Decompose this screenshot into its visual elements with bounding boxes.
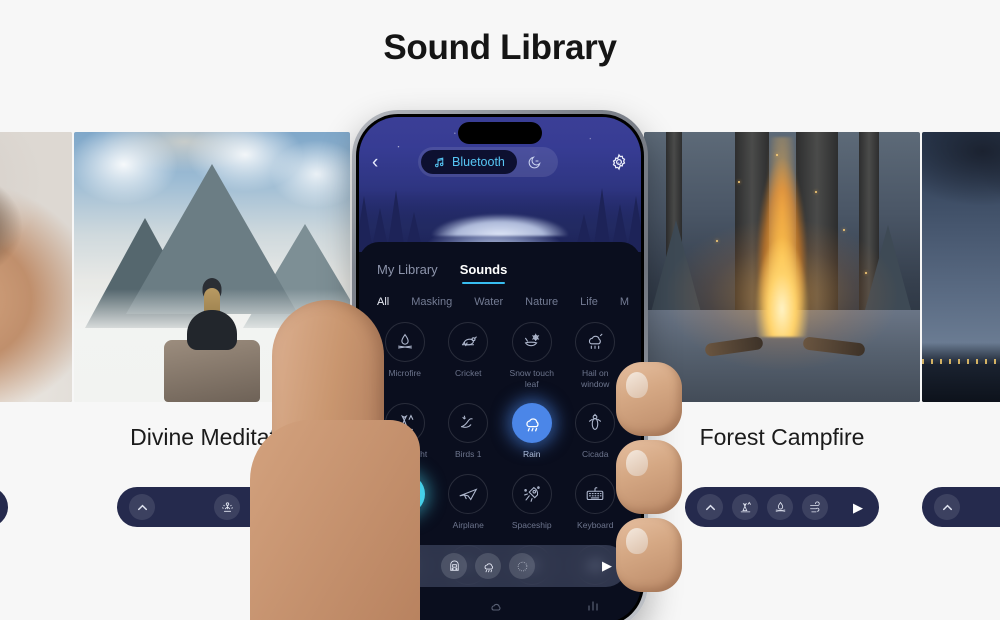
bird-icon (448, 403, 489, 444)
sound-tile-keyboard[interactable]: Keyboard (564, 473, 628, 531)
sound-tile-forest-night[interactable]: Forest night (373, 403, 437, 460)
spaceship-icon (511, 473, 552, 514)
card-image-divine-meditation (74, 132, 350, 402)
wind-icon[interactable] (802, 494, 828, 520)
sound-label: Hail on window (581, 368, 610, 389)
sound-tile-train[interactable]: Train (373, 473, 437, 531)
tab-sounds[interactable]: Sounds (460, 262, 507, 284)
content-sheet: My Library Sounds All Masking Water Natu… (359, 242, 641, 620)
sound-card-forest-campfire[interactable]: Forest Campfire ▶ (644, 132, 920, 527)
sound-tile-airplane[interactable]: Airplane (437, 473, 501, 531)
back-button[interactable]: ‹ (372, 153, 392, 172)
sound-label: Forest night (382, 449, 428, 460)
snow-leaf-icon (511, 322, 552, 362)
sound-tile-birds-1[interactable]: Birds 1 (437, 403, 501, 460)
card-title: Divine Meditatio (130, 424, 294, 450)
phone-screen: ‹ Bluetooth My Library Sounds All Maskin… (359, 117, 641, 620)
stats-icon (588, 601, 598, 611)
sound-tile-microfire[interactable]: Microfire (373, 322, 437, 389)
play-button[interactable]: ▶ (853, 501, 867, 514)
sound-label: Cicada (582, 449, 609, 460)
sound-label: Snow touch leaf (509, 368, 554, 389)
sound-card-divine-meditation[interactable]: Divine Meditatio ▶ (74, 132, 350, 527)
category-life[interactable]: Life (580, 296, 598, 308)
cloud-icon (491, 603, 502, 611)
sound-tile-snow-touch-leaf[interactable]: Snow touch leaf (500, 322, 564, 389)
home-dot-icon (399, 601, 409, 611)
hail-window-icon (575, 322, 616, 362)
sound-tile-hail-on-window[interactable]: Hail on window (564, 322, 628, 389)
rain-cloud-icon (511, 403, 552, 444)
card-player-bar[interactable]: ▶ (685, 487, 879, 527)
bottom-navigation (359, 589, 641, 620)
bluetooth-button[interactable]: Bluetooth (421, 150, 517, 174)
library-tabs: My Library Sounds (359, 242, 641, 284)
card-title: Th (922, 424, 1000, 451)
card-player-bar[interactable]: ▶ (0, 487, 8, 527)
play-button[interactable]: ▶ (602, 558, 615, 574)
category-all[interactable]: All (377, 296, 389, 308)
noise-icon[interactable] (509, 553, 535, 579)
cicada-icon (575, 403, 616, 444)
card-player-bar[interactable] (922, 487, 1000, 527)
train-icon[interactable] (441, 553, 467, 579)
app-screenshot: Sound Library g ▶ Divine Meditatio (0, 0, 1000, 620)
card-player-bar[interactable]: ▶ (117, 487, 307, 527)
airplane-icon (448, 473, 489, 514)
play-button[interactable]: ▶ (281, 501, 295, 514)
card-image-thunderstorm (922, 132, 1000, 402)
rain-cloud-icon[interactable] (475, 553, 501, 579)
sound-label: Rain (523, 449, 541, 460)
music-note-icon (435, 157, 444, 167)
collapse-chevron-up-icon[interactable] (934, 494, 960, 520)
forest-night-icon[interactable] (732, 494, 758, 520)
settings-gear-icon[interactable] (610, 153, 628, 171)
sound-label: Airplane (452, 519, 484, 530)
forest-night-icon (384, 403, 425, 444)
page-title: Sound Library (383, 28, 617, 67)
sound-card-sleeping[interactable]: g ▶ (0, 132, 72, 527)
collapse-chevron-up-icon[interactable] (385, 553, 411, 579)
sound-label: Birds 1 (455, 449, 482, 460)
phone-mockup: ‹ Bluetooth My Library Sounds All Maskin… (352, 110, 648, 620)
category-water[interactable]: Water (474, 296, 503, 308)
category-nature[interactable]: Nature (525, 296, 558, 308)
category-filter-row: All Masking Water Nature Life M (359, 284, 641, 308)
bluetooth-toggle-group[interactable]: Bluetooth (418, 147, 558, 177)
cricket-icon (448, 322, 489, 362)
nav-item-stats[interactable] (585, 598, 601, 614)
sound-label: Microfire (388, 368, 422, 378)
sound-card-thunderstorm[interactable]: Th (922, 132, 1000, 527)
sound-tile-spaceship[interactable]: Spaceship (500, 473, 564, 531)
category-more[interactable]: M (620, 296, 629, 308)
sound-label: Spaceship (511, 519, 552, 530)
tab-my-library[interactable]: My Library (377, 262, 438, 284)
bluetooth-label: Bluetooth (452, 155, 505, 169)
phone-notch (458, 122, 542, 144)
sound-label: Cricket (455, 368, 482, 378)
sound-label: Keyboard (577, 519, 614, 530)
meditation-icon[interactable] (214, 494, 240, 520)
phone-header-bar: ‹ Bluetooth (359, 147, 641, 177)
floating-player-bar[interactable]: ▶ (373, 545, 627, 587)
card-title: Forest Campfire (699, 424, 865, 450)
card-image-sleeping (0, 132, 72, 402)
sound-tile-rain[interactable]: Rain (500, 403, 564, 460)
train-icon (384, 473, 425, 514)
collapse-chevron-up-icon[interactable] (129, 494, 155, 520)
collapse-chevron-up-icon[interactable] (697, 494, 723, 520)
card-title: g (0, 424, 72, 451)
nav-item-cloud[interactable] (488, 598, 504, 614)
nav-item-home[interactable] (399, 601, 409, 611)
sound-label: Train (395, 519, 415, 530)
campfire-icon (384, 322, 425, 362)
keyboard-icon (575, 473, 616, 514)
sound-tile-cricket[interactable]: Cricket (437, 322, 501, 389)
sound-tile-cicada[interactable]: Cicada (564, 403, 628, 460)
card-image-forest-campfire (644, 132, 920, 402)
campfire-icon[interactable] (767, 494, 793, 520)
moon-icon[interactable] (517, 154, 555, 170)
category-masking[interactable]: Masking (411, 296, 452, 308)
